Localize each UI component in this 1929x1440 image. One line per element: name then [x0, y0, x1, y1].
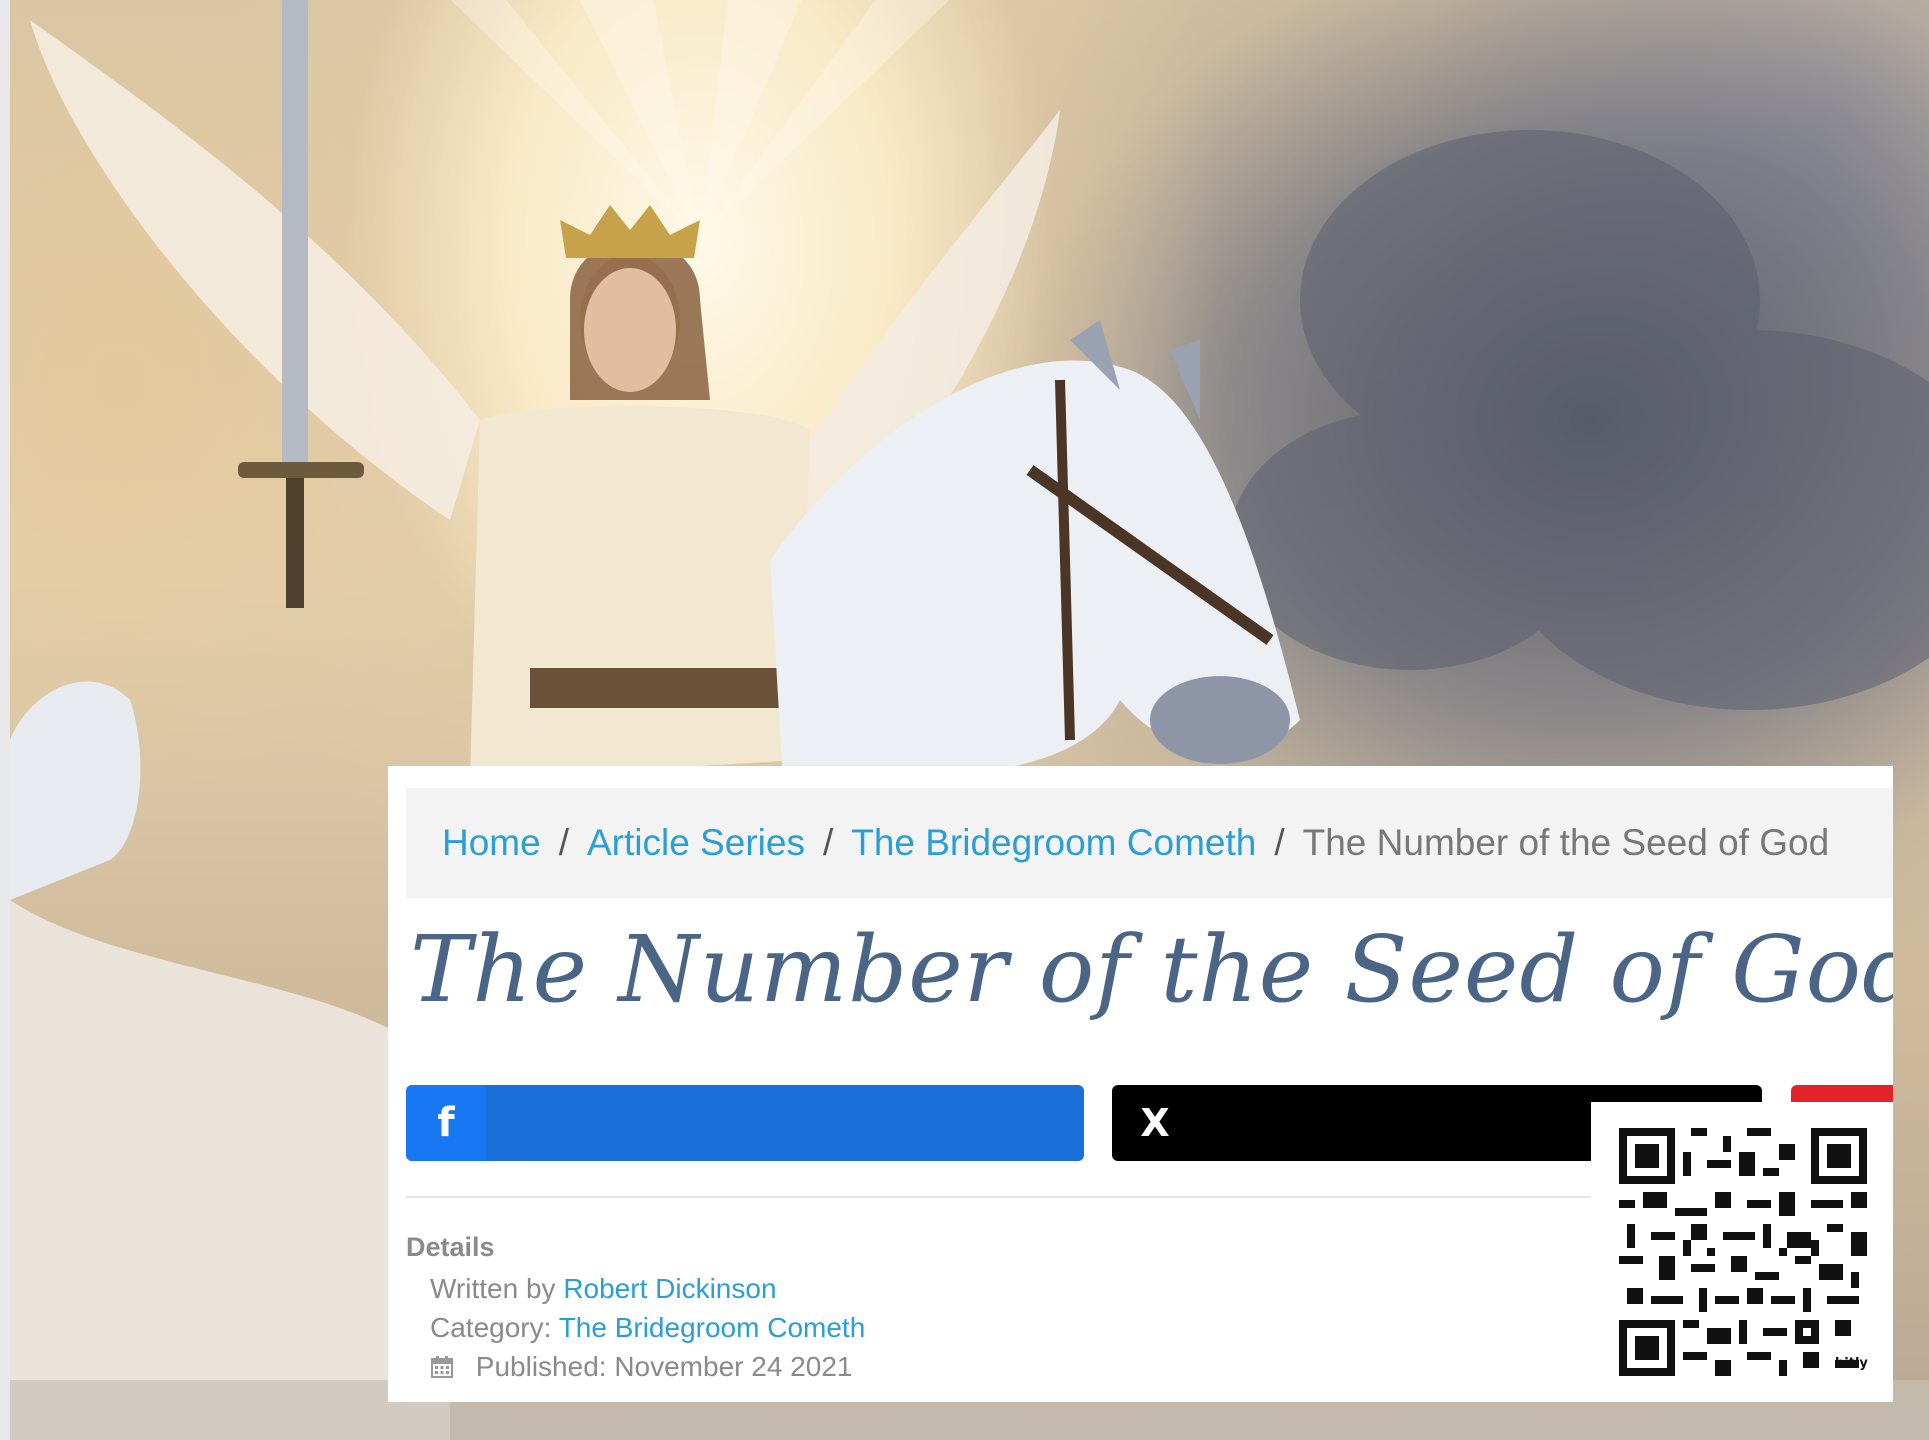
qr-code-card: bitly — [1591, 1102, 1893, 1402]
category-link[interactable]: The Bridegroom Cometh — [559, 1312, 866, 1343]
breadcrumb: Home / Article Series / The Bridegroom C… — [406, 788, 1893, 898]
breadcrumb-current: The Number of the Seed of God — [1302, 822, 1830, 863]
details-heading: Details — [406, 1232, 495, 1262]
facebook-icon-glyph: f — [437, 1100, 455, 1146]
written-by-label: Written by — [430, 1273, 556, 1304]
published-line: Published: November 24 2021 — [406, 1347, 865, 1386]
published-date: Published: November 24 2021 — [475, 1351, 853, 1382]
breadcrumb-separator: / — [822, 822, 834, 863]
author-link[interactable]: Robert Dickinson — [563, 1273, 776, 1304]
article-details: Details Written by Robert Dickinson Cate… — [406, 1232, 865, 1386]
page-title: The Number of the Seed of God — [410, 916, 1893, 1023]
breadcrumb-separator: / — [1274, 822, 1285, 863]
left-edge — [0, 0, 10, 1440]
category-line: Category: The Bridegroom Cometh — [406, 1308, 865, 1347]
breadcrumb-article-series-link[interactable]: Article Series — [587, 822, 805, 864]
breadcrumb-category-link[interactable]: The Bridegroom Cometh — [851, 822, 1256, 864]
x-icon: X — [1112, 1085, 1198, 1161]
qr-code — [1619, 1128, 1867, 1376]
breadcrumb-separator: / — [558, 822, 569, 863]
x-icon-glyph: X — [1140, 1101, 1170, 1145]
qr-brand-label: bitly — [1835, 1356, 1868, 1371]
calendar-icon — [431, 1356, 453, 1378]
facebook-share-button[interactable]: f — [406, 1085, 1084, 1161]
breadcrumb-home-link[interactable]: Home — [442, 822, 541, 864]
category-label: Category: — [430, 1312, 552, 1343]
author-line: Written by Robert Dickinson — [406, 1269, 865, 1308]
facebook-icon: f — [406, 1085, 486, 1161]
